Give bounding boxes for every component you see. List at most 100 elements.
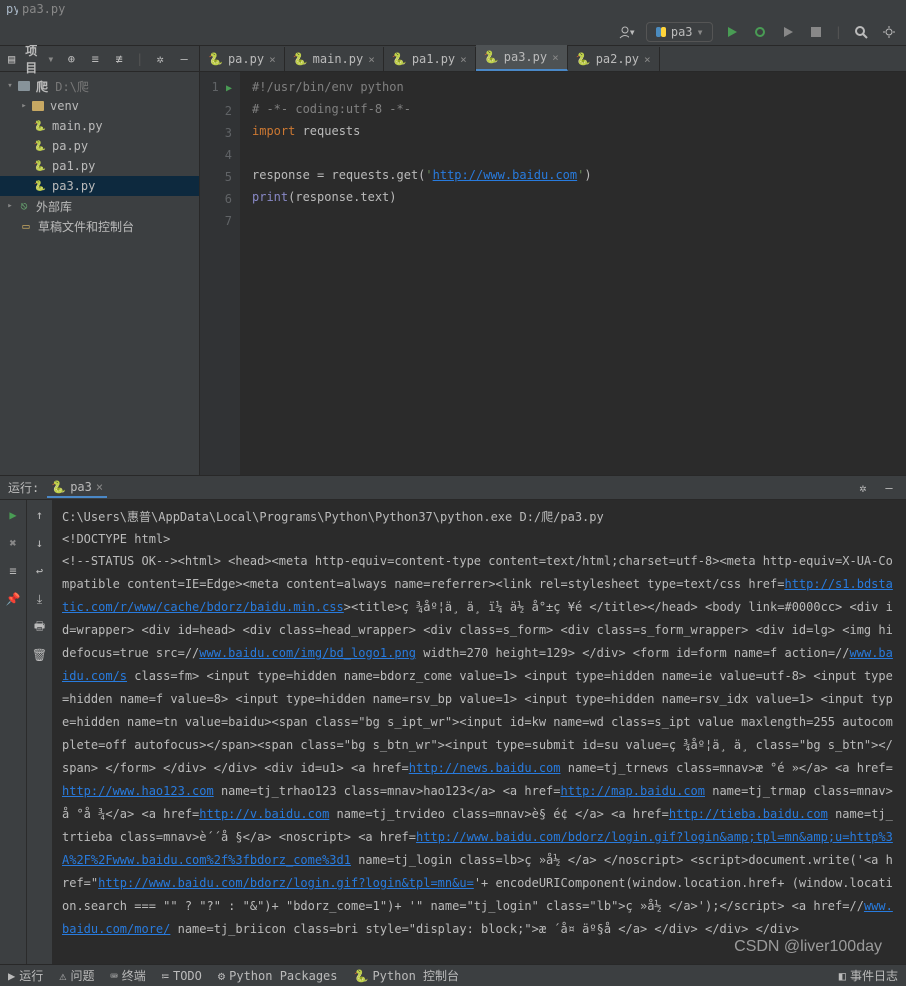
close-icon[interactable]: × — [269, 53, 276, 66]
delete-icon[interactable]: 🗑 — [31, 646, 49, 664]
collapse-all-icon[interactable]: ≢ — [112, 50, 126, 68]
debug-button[interactable] — [751, 23, 769, 41]
sb-problems[interactable]: ⚠ 问题 — [59, 967, 94, 984]
console-link[interactable]: http://map.baidu.com — [561, 784, 706, 798]
close-icon[interactable]: × — [368, 53, 375, 66]
close-icon[interactable]: × — [460, 53, 467, 66]
layout-icon[interactable]: ≡ — [4, 562, 22, 580]
tree-file[interactable]: 🐍pa.py — [0, 136, 199, 156]
code-lines[interactable]: #!/usr/bin/env python # -*- coding:utf-8… — [240, 72, 906, 475]
file-label: pa3.py — [52, 179, 95, 193]
soft-wrap-icon[interactable]: ↩ — [31, 562, 49, 580]
tab-label: pa.py — [228, 52, 264, 66]
console-cmd: C:\Users\惠普\AppData\Local\Programs\Pytho… — [62, 506, 896, 528]
close-icon[interactable]: × — [96, 480, 103, 494]
down-icon[interactable]: ↓ — [31, 534, 49, 552]
sb-pyconsole[interactable]: 🐍 Python 控制台 — [354, 967, 460, 984]
editor-tab[interactable]: 🐍pa.py× — [200, 47, 285, 71]
console-link[interactable]: http://news.baidu.com — [409, 761, 561, 775]
watermark: CSDN @liver100day — [734, 938, 882, 956]
run-tab-label: pa3 — [70, 480, 92, 494]
run-gutter-icon[interactable]: ▶ — [226, 83, 232, 94]
ext-libs-label: 外部库 — [36, 198, 72, 215]
console-text: name=tj_trvideo class=mnav>è§ é¢ </a> <a… — [329, 807, 669, 821]
up-icon[interactable]: ↑ — [31, 506, 49, 524]
search-icon[interactable] — [852, 23, 870, 41]
sb-pypkg[interactable]: ⚙ Python Packages — [218, 969, 338, 983]
editor-tab[interactable]: 🐍pa2.py× — [568, 47, 660, 71]
console-text: name=tj_briicon class=bri style="display… — [170, 922, 799, 936]
sb-run[interactable]: ▶ 运行 — [8, 967, 43, 984]
run-config-selector[interactable]: pa3 ▾ — [646, 22, 713, 42]
sb-terminal[interactable]: ⌨ 终端 — [111, 967, 146, 984]
print-icon[interactable]: 🖶 — [31, 618, 49, 636]
editor-tab-active[interactable]: 🐍pa3.py× — [476, 45, 568, 71]
hide-icon[interactable]: — — [880, 479, 898, 497]
tree-scratches[interactable]: ▭草稿文件和控制台 — [0, 216, 199, 236]
tree-file[interactable]: 🐍pa1.py — [0, 156, 199, 176]
console-link[interactable]: http://www.hao123.com — [62, 784, 214, 798]
root-path: D:\爬 — [55, 78, 89, 95]
run-config-name: pa3 — [671, 25, 693, 39]
stop-button[interactable] — [807, 23, 825, 41]
editor-tab[interactable]: 🐍main.py× — [285, 47, 384, 71]
python-file-icon: py — [6, 3, 22, 15]
tree-file[interactable]: 🐍main.py — [0, 116, 199, 136]
run-body: ▶ ✖ ≡ 📌 ↑ ↓ ↩ ⤓ 🖶 🗑 C:\Users\惠普\AppData\… — [0, 500, 906, 964]
venv-label: venv — [50, 99, 79, 113]
console-text: name=tj_trhao123 class=mnav>hao123</a> <… — [214, 784, 561, 798]
run-label: 运行: — [8, 479, 39, 496]
tree-root[interactable]: ▾ 爬 D:\爬 — [0, 76, 199, 96]
code-area[interactable]: 1 ▶ 234567 #!/usr/bin/env python # -*- c… — [200, 72, 906, 475]
gear-icon[interactable]: ✲ — [854, 479, 872, 497]
run-gutter-left: ▶ ✖ ≡ 📌 — [0, 500, 26, 964]
project-title: 项目 — [25, 42, 37, 76]
tab-label: pa1.py — [412, 52, 455, 66]
top-toolbar: ▾ pa3 ▾ | — [0, 18, 906, 46]
tab-label: pa2.py — [596, 52, 639, 66]
close-icon[interactable]: × — [644, 53, 651, 66]
settings-icon[interactable] — [880, 23, 898, 41]
code-builtin: print — [252, 190, 288, 204]
stop-icon[interactable]: ✖ — [4, 534, 22, 552]
project-tool-icon[interactable]: ▤ — [8, 52, 15, 66]
code-comment: #!/usr/bin/env python — [252, 80, 404, 94]
file-label: main.py — [52, 119, 103, 133]
console-link[interactable]: http://www.baidu.com/bdorz/login.gif?log… — [98, 876, 474, 890]
rerun-icon[interactable]: ▶ — [4, 506, 22, 524]
console-output[interactable]: C:\Users\惠普\AppData\Local\Programs\Pytho… — [52, 500, 906, 964]
tree-file-selected[interactable]: 🐍pa3.py — [0, 176, 199, 196]
console-text: name=tj_trnews class=mnav>æ °é »</a> <a … — [561, 761, 893, 775]
editor-tab[interactable]: 🐍pa1.py× — [384, 47, 476, 71]
pin-icon[interactable]: 📌 — [4, 590, 22, 608]
project-tree[interactable]: ▾ 爬 D:\爬 ▸ venv 🐍main.py 🐍pa.py 🐍pa1.py … — [0, 72, 199, 475]
hide-icon[interactable]: — — [177, 50, 191, 68]
tab-label: main.py — [313, 52, 364, 66]
title-filename: pa3.py — [22, 2, 65, 16]
run-button[interactable] — [723, 23, 741, 41]
sb-todo[interactable]: ≔ TODO — [162, 969, 202, 983]
console-text: width=270 height=129> </div> <form id=fo… — [416, 646, 849, 660]
expand-all-icon[interactable]: ≡ — [88, 50, 102, 68]
run-with-coverage-button[interactable] — [779, 23, 797, 41]
file-label: pa1.py — [52, 159, 95, 173]
status-bar: ▶ 运行 ⚠ 问题 ⌨ 终端 ≔ TODO ⚙ Python Packages … — [0, 964, 906, 986]
tree-ext-libs[interactable]: ▸⎋外部库 — [0, 196, 199, 216]
close-icon[interactable]: × — [552, 51, 559, 64]
select-target-icon[interactable]: ⊕ — [64, 50, 78, 68]
console-link[interactable]: www.baidu.com/img/bd_logo1.png — [199, 646, 416, 660]
sb-eventlog[interactable]: ◧ 事件日志 — [839, 967, 898, 984]
run-header: 运行: 🐍pa3 × ✲ — — [0, 476, 906, 500]
console-link[interactable]: http://tieba.baidu.com — [669, 807, 828, 821]
run-tab[interactable]: 🐍pa3 × — [47, 478, 107, 498]
project-header: ▤ 项目 ▾ ⊕ ≡ ≢ | ✲ — — [0, 46, 199, 72]
gear-icon[interactable]: ✲ — [153, 50, 167, 68]
user-icon[interactable]: ▾ — [618, 23, 636, 41]
tree-venv[interactable]: ▸ venv — [0, 96, 199, 116]
code-url: http://www.baidu.com — [433, 168, 578, 182]
console-link[interactable]: http://v.baidu.com — [199, 807, 329, 821]
run-tool-window: 运行: 🐍pa3 × ✲ — ▶ ✖ ≡ 📌 ↑ ↓ ↩ ⤓ 🖶 🗑 C:\Us… — [0, 476, 906, 964]
console-text: class=fm> <input type=hidden name=bdorz_… — [62, 669, 893, 775]
gutter: 1 ▶ 234567 — [200, 72, 240, 475]
scroll-to-end-icon[interactable]: ⤓ — [31, 590, 49, 608]
